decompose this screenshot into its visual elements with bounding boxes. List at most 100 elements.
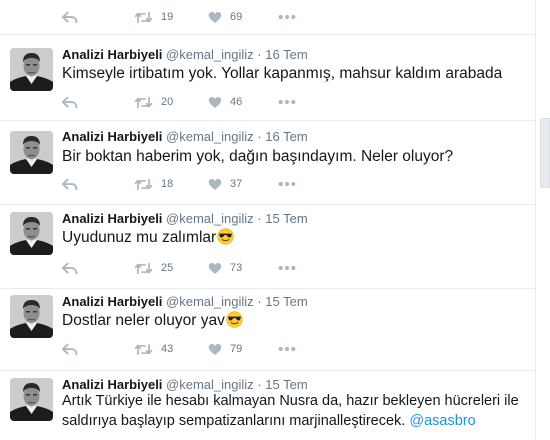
like-count: 37 <box>230 178 243 190</box>
tweet-text: Dostlar neler oluyor yav <box>62 310 243 331</box>
tweet-time[interactable]: 15 Tem <box>265 377 307 392</box>
tweet-text-content: Dostlar neler oluyor yav <box>62 312 225 329</box>
reply-button[interactable] <box>62 8 78 26</box>
author-handle[interactable]: @kemal_ingiliz <box>166 211 254 226</box>
avatar-photo <box>10 295 53 338</box>
reply-icon <box>62 96 78 109</box>
more-dots-icon <box>278 181 296 187</box>
like-button[interactable]: 37 <box>208 175 242 193</box>
retweet-button[interactable]: 19 <box>134 8 173 26</box>
author-name[interactable]: Analizi Harbiyeli <box>62 211 162 226</box>
tweet-time[interactable]: 15 Tem <box>265 294 307 309</box>
more-dots-icon <box>278 346 296 352</box>
tweet-header: Analizi Harbiyeli @kemal_ingiliz · 15 Te… <box>62 211 308 227</box>
separator-dot: · <box>257 377 262 392</box>
avatar[interactable] <box>10 378 53 421</box>
avatar-photo <box>10 131 53 174</box>
separator-dot: · <box>257 47 262 62</box>
tweet-text: Kimseyle irtibatım yok. Yollar kapanmış,… <box>62 65 503 82</box>
heart-icon <box>208 96 222 109</box>
tweet-time[interactable]: 16 Tem <box>265 129 307 144</box>
avatar[interactable] <box>10 212 53 255</box>
tweet-header: Analizi Harbiyeli @kemal_ingiliz · 15 Te… <box>62 294 308 310</box>
tweet-text: Uyudunuz mu zalımlar <box>62 227 234 248</box>
reply-button[interactable] <box>62 340 78 358</box>
tweet-time[interactable]: 15 Tem <box>265 211 307 226</box>
tweet-item[interactable]: Analizi Harbiyeli @kemal_ingiliz · 15 Te… <box>0 370 535 440</box>
retweet-icon <box>134 178 153 191</box>
heart-icon <box>208 178 222 191</box>
more-button[interactable] <box>278 259 296 277</box>
reply-icon <box>62 343 78 356</box>
retweet-button[interactable]: 18 <box>134 175 173 193</box>
more-dots-icon <box>278 265 296 271</box>
tweet-item[interactable]: Analizi Harbiyeli @kemal_ingiliz · 15 Te… <box>0 288 535 370</box>
retweet-count: 18 <box>161 178 174 190</box>
reply-icon <box>62 178 78 191</box>
heart-icon <box>208 262 222 275</box>
author-name[interactable]: Analizi Harbiyeli <box>62 47 162 62</box>
like-button[interactable]: 69 <box>208 8 242 26</box>
tweet-actions: 19 69 <box>62 8 362 26</box>
retweet-button[interactable]: 43 <box>134 340 173 358</box>
separator-dot: · <box>257 129 262 144</box>
like-count: 69 <box>230 11 243 23</box>
tweet-item[interactable]: Analizi Harbiyeli @kemal_ingiliz · 16 Te… <box>0 34 535 120</box>
tweet-actions: 20 46 <box>62 93 362 111</box>
more-button[interactable] <box>278 175 296 193</box>
avatar[interactable] <box>10 295 53 338</box>
tweet-actions: 43 79 <box>62 340 362 358</box>
retweet-icon <box>134 343 153 356</box>
heart-icon <box>208 343 222 356</box>
author-name[interactable]: Analizi Harbiyeli <box>62 377 162 392</box>
avatar-photo <box>10 212 53 255</box>
author-handle[interactable]: @kemal_ingiliz <box>166 129 254 144</box>
tweet-text: Bir boktan haberim yok, dağın başındayım… <box>62 148 454 165</box>
author-handle[interactable]: @kemal_ingiliz <box>166 294 254 309</box>
more-dots-icon <box>278 99 296 105</box>
tweet-item[interactable]: Analizi Harbiyeli @kemal_ingiliz · 15 Te… <box>0 204 535 288</box>
more-button[interactable] <box>278 93 296 111</box>
like-count: 73 <box>230 262 243 274</box>
author-name[interactable]: Analizi Harbiyeli <box>62 129 162 144</box>
tweet-text-content: Uyudunuz mu zalımlar <box>62 229 217 246</box>
like-count: 46 <box>230 96 243 108</box>
tweet-text-line-1: Artık Türkiye ile hesabı kalmayan Nusra … <box>62 393 519 409</box>
like-button[interactable]: 79 <box>208 340 242 358</box>
more-button[interactable] <box>278 340 296 358</box>
reply-button[interactable] <box>62 175 78 193</box>
like-button[interactable]: 73 <box>208 259 242 277</box>
author-name[interactable]: Analizi Harbiyeli <box>62 294 162 309</box>
retweet-button[interactable]: 25 <box>134 259 173 277</box>
reply-button[interactable] <box>62 93 78 111</box>
tweet-item[interactable]: Analizi Harbiyeli @kemal_ingiliz · 16 Te… <box>0 120 535 204</box>
retweet-icon <box>134 262 153 275</box>
retweet-icon <box>134 96 153 109</box>
heart-icon <box>208 11 222 24</box>
more-button[interactable] <box>278 8 296 26</box>
avatar-photo <box>10 48 53 91</box>
avatar[interactable] <box>10 131 53 174</box>
author-handle[interactable]: @kemal_ingiliz <box>166 47 254 62</box>
scrollbar-thumb[interactable] <box>540 118 550 188</box>
mention-link[interactable]: @asasbro <box>409 413 475 429</box>
tweet-actions: 25 73 <box>62 259 362 277</box>
tweet-text-content: saldırıya başlayıp sempatizanlarını marj… <box>62 413 406 429</box>
reply-button[interactable] <box>62 259 78 277</box>
retweet-button[interactable]: 20 <box>134 93 173 111</box>
timeline: 19 69 Analizi Harbiyeli @kemal_ingiliz ·… <box>0 0 536 440</box>
like-button[interactable]: 46 <box>208 93 242 111</box>
retweet-icon <box>134 11 153 24</box>
avatar-photo <box>10 378 53 421</box>
tweet-time[interactable]: 16 Tem <box>265 47 307 62</box>
avatar[interactable] <box>10 48 53 91</box>
tweet-header: Analizi Harbiyeli @kemal_ingiliz · 16 Te… <box>62 47 308 63</box>
tweet-actions: 18 37 <box>62 175 362 193</box>
sunglasses-emoji-icon <box>217 228 234 245</box>
retweet-count: 19 <box>161 11 174 23</box>
sunglasses-emoji-icon <box>226 311 243 328</box>
retweet-count: 20 <box>161 96 174 108</box>
reply-icon <box>62 11 78 24</box>
tweet-text-line-2: saldırıya başlayıp sempatizanlarını marj… <box>62 411 476 432</box>
author-handle[interactable]: @kemal_ingiliz <box>166 377 254 392</box>
